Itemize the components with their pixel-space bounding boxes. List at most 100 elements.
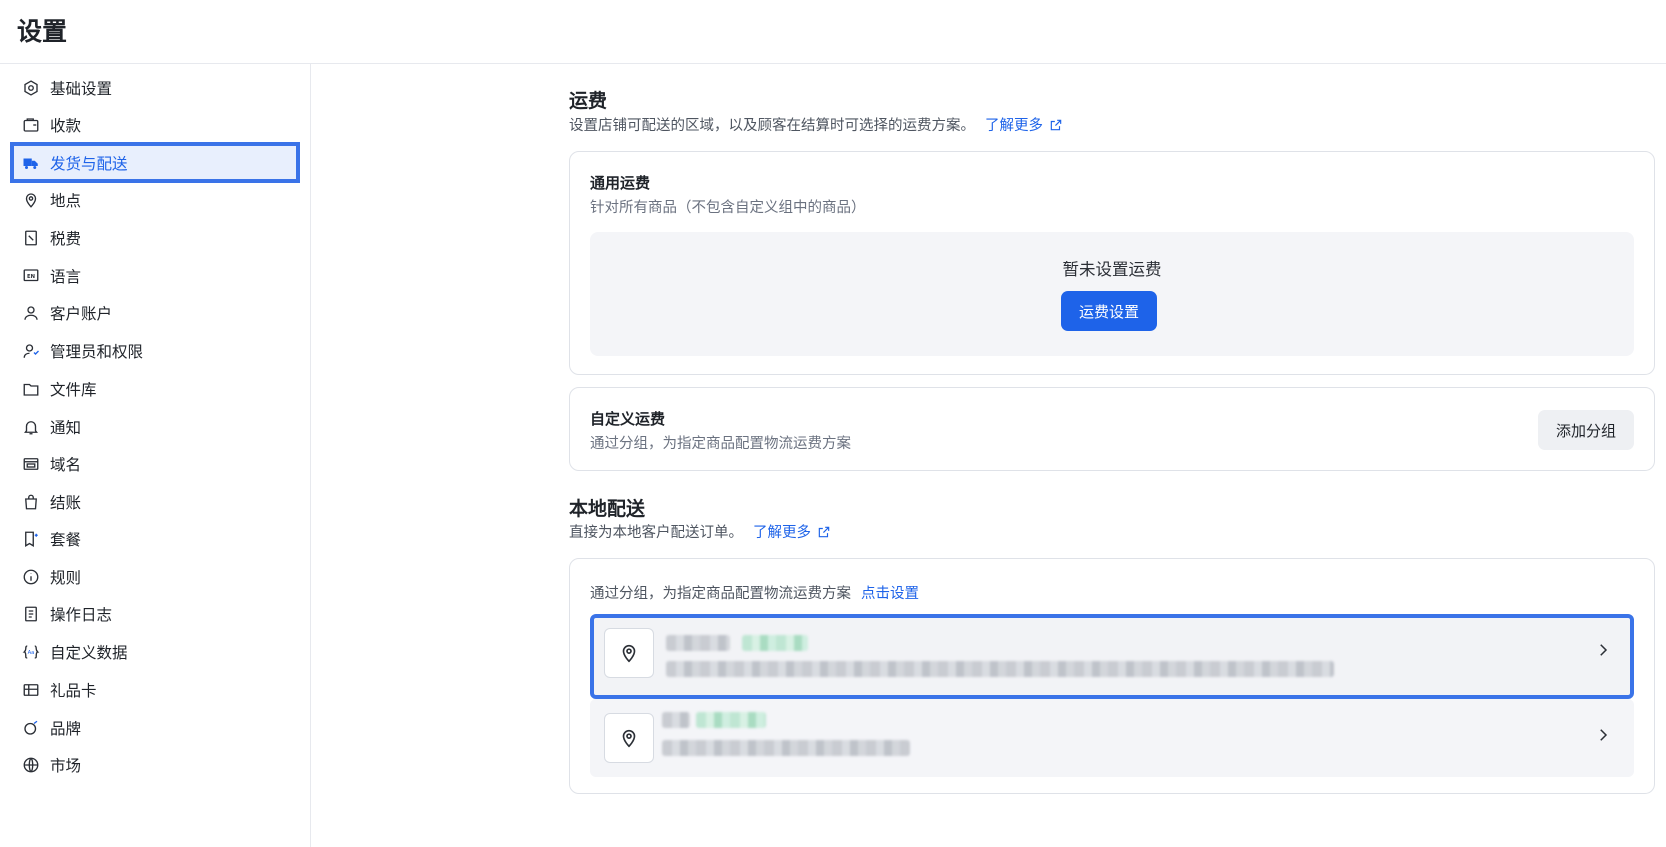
- location-row[interactable]: [590, 699, 1634, 777]
- sidebar-item-label: 通知: [50, 419, 82, 437]
- custom-shipping-card: 自定义运费 通过分组，为指定商品配置物流运费方案 添加分组: [569, 387, 1655, 471]
- redacted-status-badge: [696, 712, 766, 728]
- sidebar-item-customer-accounts[interactable]: 客户账户: [10, 294, 300, 332]
- sidebar-item-label: 客户账户: [50, 305, 113, 323]
- click-setup-link[interactable]: 点击设置: [861, 586, 919, 602]
- location-icon-box: [604, 713, 654, 763]
- sidebar-item-brand[interactable]: 品牌: [10, 709, 300, 747]
- sidebar-item-admins-permissions[interactable]: 管理员和权限: [10, 332, 300, 370]
- custom-shipping-subtitle: 通过分组，为指定商品配置物流运费方案: [590, 436, 851, 452]
- main-content: 运费 设置店铺可配送的区域，以及顾客在结算时可选择的运费方案。 了解更多 通用运…: [312, 64, 1666, 847]
- globe-icon: [22, 756, 40, 774]
- sidebar-item-markets[interactable]: 市场: [10, 746, 300, 784]
- shipping-section-description: 设置店铺可配送的区域，以及顾客在结算时可选择的运费方案。 了解更多: [569, 114, 1063, 135]
- sidebar-item-label: 自定义数据: [50, 644, 128, 662]
- page-title: 设置: [17, 17, 68, 46]
- location-pin-icon: [622, 729, 636, 748]
- sidebar-item-domains[interactable]: 域名: [10, 445, 300, 483]
- sidebar-item-label: 发货与配送: [50, 154, 128, 173]
- sidebar-item-plans[interactable]: 套餐: [10, 520, 300, 558]
- location-pin-icon: [622, 644, 636, 663]
- add-group-button[interactable]: 添加分组: [1538, 410, 1634, 450]
- empty-state-text: 暂未设置运费: [1062, 260, 1162, 279]
- domain-icon: [22, 455, 40, 473]
- top-bar: 设置: [0, 0, 1666, 64]
- svg-text:EN: EN: [27, 274, 35, 280]
- sidebar-item-label: 操作日志: [50, 606, 113, 624]
- settings-hex-icon: [22, 79, 40, 97]
- sidebar-item-payments[interactable]: 收款: [10, 106, 300, 144]
- sidebar-item-languages[interactable]: EN 语言: [10, 257, 300, 295]
- sidebar-item-label: 结账: [50, 494, 82, 512]
- custom-data-icon: Aa: [22, 643, 40, 661]
- folder-icon: [22, 380, 40, 398]
- bell-icon: [22, 418, 40, 436]
- local-delivery-description: 直接为本地客户配送订单。 了解更多: [569, 521, 831, 542]
- redacted-location-address: [662, 740, 910, 756]
- svg-text:Aa: Aa: [28, 650, 35, 656]
- chevron-right-icon: [1600, 644, 1608, 656]
- redacted-location-name: [662, 712, 690, 728]
- plan-icon: [22, 530, 40, 548]
- sidebar-item-rules[interactable]: 规则: [10, 558, 300, 596]
- general-shipping-title: 通用运费: [590, 174, 651, 192]
- learn-more-label: 了解更多: [753, 525, 811, 541]
- language-en-icon: EN: [22, 267, 40, 285]
- empty-state-box: 暂未设置运费 运费设置: [590, 232, 1634, 356]
- general-shipping-card: 通用运费 针对所有商品（不包含自定义组中的商品） 暂未设置运费 运费设置: [569, 151, 1655, 375]
- sidebar-item-label: 语言: [50, 268, 82, 286]
- sidebar-item-label: 套餐: [50, 531, 82, 549]
- shipping-learn-more-link[interactable]: 了解更多: [985, 114, 1063, 135]
- sidebar-item-label: 管理员和权限: [50, 343, 144, 361]
- settings-sidebar: 基础设置 收款 发货与配送 地点 税费 EN 语言 客户账户 管理员和权限 文件…: [0, 64, 311, 847]
- wallet-icon: [22, 116, 40, 134]
- sidebar-item-label: 收款: [50, 117, 82, 135]
- info-circle-icon: [22, 568, 40, 586]
- sidebar-item-taxes[interactable]: 税费: [10, 219, 300, 257]
- external-link-icon: [1050, 119, 1062, 130]
- external-link-icon: [818, 526, 830, 537]
- shipping-settings-button[interactable]: 运费设置: [1061, 291, 1157, 331]
- sidebar-item-label: 规则: [50, 569, 82, 587]
- local-delivery-card-text: 通过分组，为指定商品配置物流运费方案 点击设置: [590, 582, 919, 603]
- sidebar-item-label: 域名: [50, 456, 82, 474]
- gift-card-icon: [22, 681, 40, 699]
- sidebar-item-label: 文件库: [50, 381, 97, 399]
- local-delivery-card: 通过分组，为指定商品配置物流运费方案 点击设置: [569, 558, 1655, 794]
- location-row[interactable]: [590, 614, 1634, 699]
- truck-icon: [22, 154, 40, 172]
- location-pin-icon: [22, 191, 40, 209]
- brand-icon: [22, 719, 40, 737]
- local-delivery-learn-more-link[interactable]: 了解更多: [753, 521, 831, 542]
- sidebar-item-file-library[interactable]: 文件库: [10, 370, 300, 408]
- location-icon-box: [604, 628, 654, 678]
- sidebar-item-label: 市场: [50, 757, 82, 775]
- user-shield-icon: [22, 342, 40, 360]
- shipping-description-text: 设置店铺可配送的区域，以及顾客在结算时可选择的运费方案。: [569, 118, 975, 134]
- chevron-right-icon: [1600, 729, 1608, 741]
- redacted-status-badge: [742, 635, 808, 651]
- sidebar-item-notifications[interactable]: 通知: [10, 408, 300, 446]
- sidebar-item-locations[interactable]: 地点: [10, 181, 300, 219]
- sidebar-item-custom-data[interactable]: Aa 自定义数据: [10, 633, 300, 671]
- sidebar-item-label: 礼品卡: [50, 682, 97, 700]
- sidebar-item-checkout[interactable]: 结账: [10, 483, 300, 521]
- shopping-bag-icon: [22, 493, 40, 511]
- sidebar-item-basic-settings[interactable]: 基础设置: [10, 69, 300, 107]
- sidebar-item-shipping-delivery[interactable]: 发货与配送: [10, 142, 300, 183]
- local-delivery-card-desc: 通过分组，为指定商品配置物流运费方案: [590, 586, 851, 602]
- sidebar-item-label: 税费: [50, 230, 82, 248]
- receipt-tax-icon: [22, 229, 40, 247]
- sidebar-item-label: 地点: [50, 192, 82, 210]
- redacted-location-address: [666, 661, 1334, 677]
- general-shipping-subtitle: 针对所有商品（不包含自定义组中的商品）: [590, 200, 866, 216]
- sidebar-item-activity-log[interactable]: 操作日志: [10, 595, 300, 633]
- sidebar-item-gift-cards[interactable]: 礼品卡: [10, 671, 300, 709]
- sidebar-item-label: 基础设置: [50, 80, 113, 98]
- shipping-section-title: 运费: [569, 90, 608, 112]
- learn-more-label: 了解更多: [985, 118, 1043, 134]
- log-icon: [22, 605, 40, 623]
- custom-shipping-title: 自定义运费: [590, 410, 666, 428]
- redacted-location-name: [666, 635, 730, 651]
- user-icon: [22, 304, 40, 322]
